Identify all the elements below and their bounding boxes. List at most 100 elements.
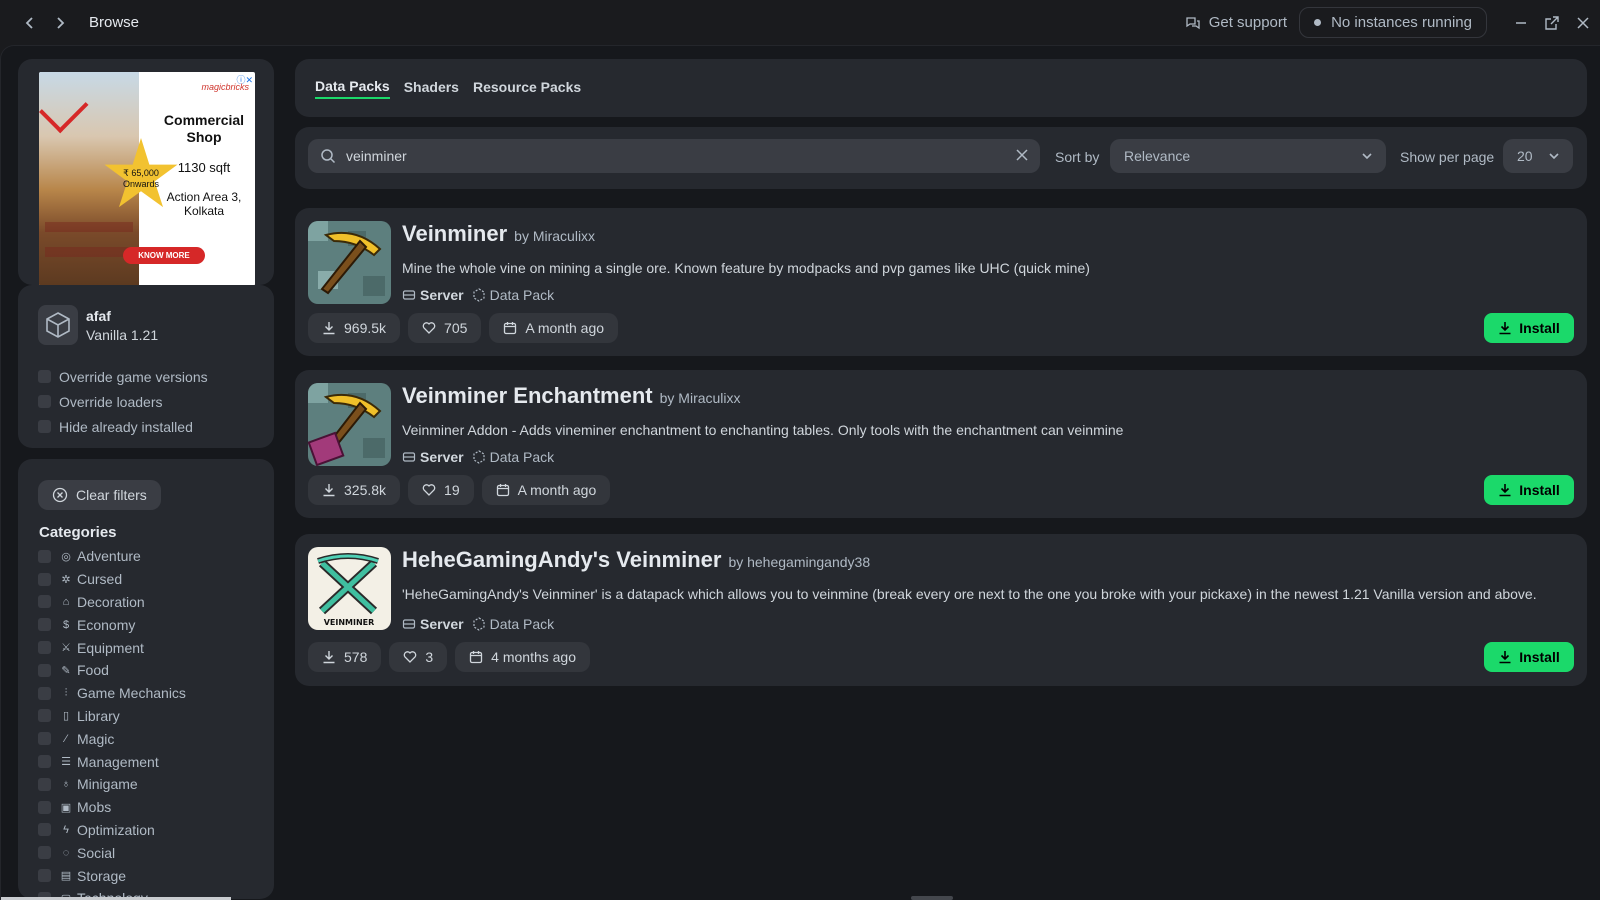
category-list: ◎ Adventure ✲ Cursed ⌂ Decoration $ Economy … <box>38 545 186 899</box>
ad-cta-button[interactable]: KNOW MORE <box>123 247 205 264</box>
search-icon <box>321 149 336 164</box>
back-button[interactable] <box>15 8 45 38</box>
downloads-stat: 969.5k <box>308 313 401 343</box>
download-icon <box>323 322 335 335</box>
breadcrumb: Browse <box>89 14 140 31</box>
ad-card: ⓘ✕ magicbricks ₹ 65,000 Onwards Commerci… <box>18 59 274 286</box>
install-button[interactable]: Install <box>1484 642 1574 672</box>
category-cursed[interactable]: ✲ Cursed <box>38 568 186 591</box>
category-management[interactable]: ☰ Management <box>38 750 186 773</box>
close-button[interactable] <box>1567 0 1598 45</box>
category-magic[interactable]: ⁄ Magic <box>38 727 186 750</box>
scrollbar-thumb[interactable] <box>911 896 953 900</box>
category-mobs[interactable]: ▣ Mobs <box>38 796 186 819</box>
project-description: Mine the whole vine on mining a single o… <box>402 260 1090 276</box>
sort-value: Relevance <box>1124 148 1191 164</box>
project-tags: Server Data Pack <box>402 616 554 632</box>
category-social[interactable]: ◌ Social <box>38 841 186 864</box>
heart-icon <box>422 322 436 334</box>
categories-heading: Categories <box>39 524 117 541</box>
maximize-button[interactable] <box>1536 0 1567 45</box>
project-type-tabs: Data Packs Shaders Resource Packs <box>315 59 581 117</box>
category-optimization[interactable]: ϟ Optimization <box>38 819 186 842</box>
award-icon: ♁ <box>61 778 71 791</box>
project-thumbnail[interactable]: VEINMINER <box>308 547 391 630</box>
server-icon: ☰ <box>61 756 71 769</box>
enchanted-pickaxe-icon <box>308 383 391 466</box>
project-name[interactable]: Veinminer Enchantment <box>402 383 653 409</box>
likes-stat: 3 <box>389 642 448 672</box>
per-page-value: 20 <box>1517 148 1533 164</box>
instance-version: Vanilla 1.21 <box>86 326 159 343</box>
category-food[interactable]: ✎ Food <box>38 659 186 682</box>
project-author[interactable]: by Miraculixx <box>660 390 741 406</box>
instances-status-label: No instances running <box>1331 14 1472 31</box>
override-loaders-checkbox[interactable]: Override loaders <box>38 389 208 414</box>
downloads-stat: 578 <box>308 642 382 672</box>
download-icon <box>323 651 335 664</box>
updated-stat: A month ago <box>481 475 611 505</box>
project-stats: 969.5k 705 A month ago <box>308 313 619 343</box>
category-storage[interactable]: ▤ Storage <box>38 864 186 887</box>
hide-installed-checkbox[interactable]: Hide already installed <box>38 414 208 439</box>
veinminer-logo-icon: VEINMINER <box>308 547 391 630</box>
sort-select[interactable]: Relevance <box>1110 139 1386 173</box>
clear-circle-icon <box>52 487 68 503</box>
result-card[interactable]: Veinminer Enchantment by Miraculixx Vein… <box>295 370 1587 518</box>
project-tags: Server Data Pack <box>402 287 554 303</box>
likes-stat: 705 <box>408 313 482 343</box>
ad-title: Commercial Shop <box>163 112 245 145</box>
search-value: veinminer <box>346 148 407 164</box>
ad-location: Action Area 3, Kolkata <box>166 190 242 218</box>
project-thumbnail[interactable] <box>308 221 391 304</box>
server-icon <box>402 619 416 629</box>
category-equipment[interactable]: ⚔ Equipment <box>38 636 186 659</box>
forward-button[interactable] <box>45 8 75 38</box>
clear-filters-button[interactable]: Clear filters <box>38 480 161 510</box>
cube-icon <box>38 305 78 345</box>
per-page-select[interactable]: 20 <box>1503 139 1573 173</box>
server-icon <box>402 290 416 300</box>
chat-support-icon <box>1186 16 1200 29</box>
server-icon <box>402 452 416 462</box>
project-author[interactable]: by hehegamingandy38 <box>728 554 870 570</box>
project-name[interactable]: Veinminer <box>402 221 507 247</box>
instance-card: afaf Vanilla 1.21 Override game versions… <box>18 285 274 448</box>
chevron-down-icon <box>1549 153 1559 160</box>
instance-header[interactable]: afaf Vanilla 1.21 <box>38 305 158 345</box>
instance-name: afaf <box>86 307 111 324</box>
category-minigame[interactable]: ♁ Minigame <box>38 773 186 796</box>
install-button[interactable]: Install <box>1484 313 1574 343</box>
clear-search-icon[interactable] <box>1014 147 1030 163</box>
project-description: 'HeheGamingAndy's Veinminer' is a datapa… <box>402 586 1537 602</box>
chevron-right-icon <box>57 16 65 29</box>
project-name[interactable]: HeheGamingAndy's Veinminer <box>402 547 721 573</box>
download-icon <box>323 484 335 497</box>
category-adventure[interactable]: ◎ Adventure <box>38 545 186 568</box>
instances-status-button[interactable]: No instances running <box>1299 7 1487 38</box>
bolt-icon: ϟ <box>63 823 69 836</box>
project-author[interactable]: by Miraculixx <box>514 228 595 244</box>
override-game-versions-checkbox[interactable]: Override game versions <box>38 364 208 389</box>
install-button[interactable]: Install <box>1484 475 1574 505</box>
result-card[interactable]: VEINMINER HeheGamingAndy's Veinminer by … <box>295 534 1587 686</box>
thumbnail-text: VEINMINER <box>324 618 375 627</box>
tab-data-packs[interactable]: Data Packs <box>315 78 390 99</box>
tab-resource-packs[interactable]: Resource Packs <box>473 79 581 98</box>
category-game-mechanics[interactable]: ⫶ Game Mechanics <box>38 682 186 705</box>
minimize-button[interactable] <box>1505 0 1536 45</box>
advertisement[interactable]: ⓘ✕ magicbricks ₹ 65,000 Onwards Commerci… <box>39 72 255 286</box>
project-description: Veinminer Addon - Adds vineminer enchant… <box>402 422 1124 438</box>
category-library[interactable]: ▯ Library <box>38 705 186 728</box>
updated-stat: 4 months ago <box>455 642 590 672</box>
result-card[interactable]: Veinminer by Miraculixx Mine the whole v… <box>295 208 1587 356</box>
get-support-button[interactable]: Get support <box>1185 14 1287 31</box>
search-input[interactable]: veinminer <box>308 139 1040 173</box>
project-thumbnail[interactable] <box>308 383 391 466</box>
category-decoration[interactable]: ⌂ Decoration <box>38 591 186 614</box>
compass-icon: ◎ <box>61 550 71 563</box>
download-icon <box>1499 322 1511 335</box>
category-economy[interactable]: $ Economy <box>38 613 186 636</box>
tab-shaders[interactable]: Shaders <box>404 79 459 98</box>
close-icon <box>1576 16 1589 29</box>
